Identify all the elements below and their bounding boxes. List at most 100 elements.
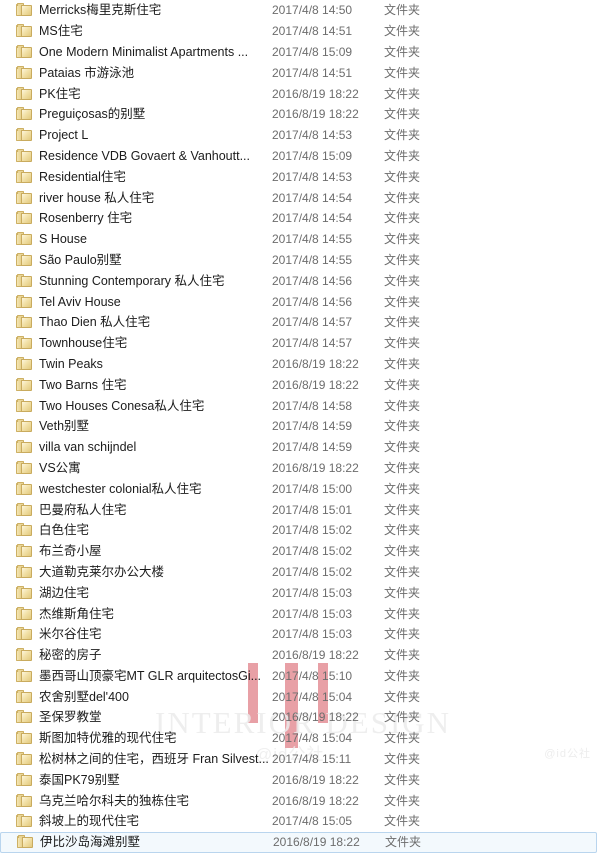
file-name-cell[interactable]: 湖边住宅 xyxy=(0,583,272,603)
file-row[interactable]: PK住宅 2016/8/19 18:22 文件夹 xyxy=(0,83,597,104)
file-name-cell[interactable]: Residence VDB Govaert & Vanhoutt... xyxy=(0,146,272,166)
file-row[interactable]: westchester colonial私人住宅 2017/4/8 15:00 文件… xyxy=(0,478,597,499)
file-row[interactable]: 农舍别墅del'400 2017/4/8 15:04 文件夹 xyxy=(0,686,597,707)
file-name-cell[interactable]: 乌克兰哈尔科夫的独栋住宅 xyxy=(0,791,272,811)
file-row[interactable]: Tel Aviv House 2017/4/8 14:56 文件夹 xyxy=(0,291,597,312)
file-row[interactable]: 杰维斯角住宅 2017/4/8 15:03 文件夹 xyxy=(0,603,597,624)
file-row[interactable]: Two Houses Conesa私人住宅 2017/4/8 14:58 文件夹 xyxy=(0,395,597,416)
file-row[interactable]: 巴曼府私人住宅 2017/4/8 15:01 文件夹 xyxy=(0,499,597,520)
file-row[interactable]: 墨西哥山顶豪宅MT GLR arquitectosGi... 2017/4/8 1… xyxy=(0,666,597,687)
file-name-cell[interactable]: 米尔谷住宅 xyxy=(0,624,272,644)
file-name-cell[interactable]: 布兰奇小屋 xyxy=(0,541,272,561)
file-name-cell[interactable]: 巴曼府私人住宅 xyxy=(0,500,272,520)
file-name-cell[interactable]: S House xyxy=(0,229,272,249)
folder-icon xyxy=(16,377,32,392)
file-row[interactable]: VS公寓 2016/8/19 18:22 文件夹 xyxy=(0,458,597,479)
file-name-cell[interactable]: 白色住宅 xyxy=(0,520,272,540)
file-row[interactable]: Residential住宅 2017/4/8 14:53 文件夹 xyxy=(0,166,597,187)
file-name-cell[interactable]: 圣保罗教堂 xyxy=(0,707,272,727)
file-row[interactable]: Twin Peaks 2016/8/19 18:22 文件夹 xyxy=(0,354,597,375)
file-name-label: Project L xyxy=(39,128,89,143)
file-row[interactable]: 大道勒克莱尔办公大楼 2017/4/8 15:02 文件夹 xyxy=(0,562,597,583)
file-date-label: 2017/4/8 15:05 xyxy=(272,814,353,829)
file-name-cell[interactable]: 秘密的房子 xyxy=(0,645,272,665)
file-row[interactable]: Townhouse住宅 2017/4/8 14:57 文件夹 xyxy=(0,333,597,354)
file-name-cell[interactable]: 斜坡上的现代住宅 xyxy=(0,811,272,831)
file-name-cell[interactable]: 农舍别墅del'400 xyxy=(0,687,272,707)
file-row[interactable]: villa van schijndel 2017/4/8 14:59 文件夹 xyxy=(0,437,597,458)
file-row[interactable]: 布兰奇小屋 2017/4/8 15:02 文件夹 xyxy=(0,541,597,562)
file-name-cell[interactable]: Stunning Contemporary 私人住宅 xyxy=(0,271,272,291)
file-name-cell[interactable]: Project L xyxy=(0,125,272,145)
file-name-cell[interactable]: 墨西哥山顶豪宅MT GLR arquitectosGi... xyxy=(0,666,272,686)
file-name-cell[interactable]: Townhouse住宅 xyxy=(0,333,272,353)
file-date-label: 2017/4/8 14:53 xyxy=(272,169,353,184)
file-name-cell[interactable]: Residential住宅 xyxy=(0,167,272,187)
file-row[interactable]: Merricks梅里克斯住宅 2017/4/8 14:50 文件夹 xyxy=(0,0,597,21)
file-name-cell[interactable]: VS公寓 xyxy=(0,458,272,478)
file-name-cell[interactable]: Rosenberry 住宅 xyxy=(0,208,272,228)
file-row[interactable]: 白色住宅 2017/4/8 15:02 文件夹 xyxy=(0,520,597,541)
file-row[interactable]: Two Barns 住宅 2016/8/19 18:22 文件夹 xyxy=(0,374,597,395)
file-row[interactable]: S House 2017/4/8 14:55 文件夹 xyxy=(0,229,597,250)
file-name-cell[interactable]: Twin Peaks xyxy=(0,354,272,374)
file-row[interactable]: 米尔谷住宅 2017/4/8 15:03 文件夹 xyxy=(0,624,597,645)
file-name-cell[interactable]: Two Barns 住宅 xyxy=(0,375,272,395)
file-row[interactable]: Preguiçosas的别墅 2016/8/19 18:22 文件夹 xyxy=(0,104,597,125)
file-row[interactable]: Veth别墅 2017/4/8 14:59 文件夹 xyxy=(0,416,597,437)
file-row[interactable]: 泰国PK79别墅 2016/8/19 18:22 文件夹 xyxy=(0,769,597,790)
file-name-label: 大道勒克莱尔办公大楼 xyxy=(39,564,165,579)
file-name-cell[interactable]: 泰国PK79别墅 xyxy=(0,770,272,790)
file-row[interactable]: river house 私人住宅 2017/4/8 14:54 文件夹 xyxy=(0,187,597,208)
file-name-cell[interactable]: 杰维斯角住宅 xyxy=(0,604,272,624)
file-name-cell[interactable]: villa van schijndel xyxy=(0,437,272,457)
file-name-cell[interactable]: 伊比沙岛海滩别墅 xyxy=(1,832,273,852)
file-row[interactable]: 湖边住宅 2017/4/8 15:03 文件夹 xyxy=(0,582,597,603)
file-row[interactable]: 伊比沙岛海滩别墅 2016/8/19 18:22 文件夹 xyxy=(0,831,597,853)
file-name-cell[interactable]: MS住宅 xyxy=(0,21,272,41)
file-row[interactable]: Residence VDB Govaert & Vanhoutt... 2017/… xyxy=(0,146,597,167)
folder-icon xyxy=(16,544,32,558)
file-name-cell[interactable]: One Modern Minimalist Apartments ... xyxy=(0,42,272,62)
file-row[interactable]: 斜坡上的现代住宅 2017/4/8 15:05 文件夹 xyxy=(0,811,597,832)
file-name-label: Veth别墅 xyxy=(39,419,90,434)
file-type-cell: 文件夹 xyxy=(384,645,464,665)
file-date-label: 2017/4/8 14:51 xyxy=(272,24,353,39)
file-type-label: 文件夹 xyxy=(384,419,421,434)
file-row[interactable]: Pataias 市游泳池 2017/4/8 14:51 文件夹 xyxy=(0,62,597,83)
file-row[interactable]: 圣保罗教堂 2016/8/19 18:22 文件夹 xyxy=(0,707,597,728)
file-name-cell[interactable]: westchester colonial私人住宅 xyxy=(0,479,272,499)
file-type-cell: 文件夹 xyxy=(384,520,464,540)
file-list[interactable]: Merricks梅里克斯住宅 2017/4/8 14:50 文件夹 MS住宅 2017/… xyxy=(0,0,597,853)
folder-icon xyxy=(16,211,32,225)
file-name-cell[interactable]: 斯图加特优雅的现代住宅 xyxy=(0,728,272,748)
file-row[interactable]: 斯图加特优雅的现代住宅 2017/4/8 15:04 文件夹 xyxy=(0,728,597,749)
file-row[interactable]: Project L 2017/4/8 14:53 文件夹 xyxy=(0,125,597,146)
file-name-cell[interactable]: river house 私人住宅 xyxy=(0,188,272,208)
file-name-cell[interactable]: São Paulo别墅 xyxy=(0,250,272,270)
file-name-cell[interactable]: PK住宅 xyxy=(0,84,272,104)
folder-icon xyxy=(16,481,32,496)
file-row[interactable]: 松树林之间的住宅，西班牙 Fran Silvest... 2017/4/8 15:… xyxy=(0,749,597,770)
file-name-cell[interactable]: Two Houses Conesa私人住宅 xyxy=(0,396,272,416)
file-name-label: 农舍别墅del'400 xyxy=(39,689,129,704)
folder-icon xyxy=(16,606,32,621)
file-row[interactable]: MS住宅 2017/4/8 14:51 文件夹 xyxy=(0,21,597,42)
folder-icon xyxy=(16,648,32,662)
file-row[interactable]: Thao Dien 私人住宅 2017/4/8 14:57 文件夹 xyxy=(0,312,597,333)
file-name-cell[interactable]: 大道勒克莱尔办公大楼 xyxy=(0,562,272,582)
file-row[interactable]: One Modern Minimalist Apartments ... 2017… xyxy=(0,42,597,63)
file-name-cell[interactable]: Tel Aviv House xyxy=(0,292,272,312)
file-row[interactable]: Rosenberry 住宅 2017/4/8 14:54 文件夹 xyxy=(0,208,597,229)
file-row[interactable]: 乌克兰哈尔科夫的独栋住宅 2016/8/19 18:22 文件夹 xyxy=(0,790,597,811)
file-name-cell[interactable]: Thao Dien 私人住宅 xyxy=(0,312,272,332)
file-row[interactable]: São Paulo别墅 2017/4/8 14:55 文件夹 xyxy=(0,250,597,271)
file-date-cell: 2017/4/8 15:02 xyxy=(272,541,384,561)
file-row[interactable]: Stunning Contemporary 私人住宅 2017/4/8 14:56… xyxy=(0,270,597,291)
file-name-cell[interactable]: Pataias 市游泳池 xyxy=(0,63,272,83)
file-name-cell[interactable]: Preguiçosas的别墅 xyxy=(0,104,272,124)
file-row[interactable]: 秘密的房子 2016/8/19 18:22 文件夹 xyxy=(0,645,597,666)
file-name-cell[interactable]: 松树林之间的住宅，西班牙 Fran Silvest... xyxy=(0,749,272,769)
file-name-cell[interactable]: Merricks梅里克斯住宅 xyxy=(0,0,272,20)
file-name-cell[interactable]: Veth别墅 xyxy=(0,416,272,436)
